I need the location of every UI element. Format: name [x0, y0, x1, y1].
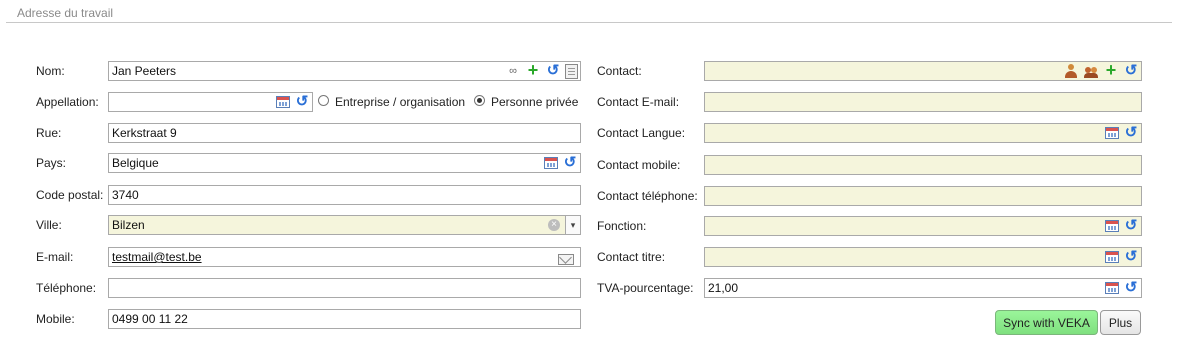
clear-icon[interactable]: × [548, 219, 560, 231]
contact-mobile-label: Contact mobile: [597, 158, 681, 172]
refresh-icon[interactable]: ↺ [545, 63, 561, 79]
refresh-icon[interactable]: ↺ [1123, 63, 1139, 79]
calendar-list-icon[interactable] [544, 157, 558, 169]
row-tva: TVA-pourcentage: 21,00 ↺ [590, 278, 1150, 298]
calendar-list-icon[interactable] [1105, 251, 1119, 263]
section-divider [6, 22, 1172, 23]
row-telephone: Téléphone: [0, 278, 590, 298]
nom-label: Nom: [36, 64, 65, 78]
refresh-icon[interactable]: ↺ [294, 94, 310, 110]
contact-titre-field[interactable]: ↺ [704, 247, 1142, 267]
ville-value: Bilzen [112, 218, 145, 232]
row-contact-titre: Contact titre: ↺ [590, 247, 1150, 267]
document-icon[interactable] [565, 63, 578, 79]
row-ville: Ville: Bilzen × ▾ [0, 215, 590, 235]
radio-personne-privee[interactable] [474, 95, 485, 106]
email-icons [558, 251, 574, 267]
row-mobile: Mobile: 0499 00 11 22 [0, 309, 590, 329]
contact-telephone-label: Contact téléphone: [597, 189, 698, 203]
pays-label: Pays: [36, 156, 67, 170]
calendar-list-icon[interactable] [1105, 220, 1119, 232]
contact-email-label: Contact E-mail: [597, 95, 680, 109]
code-postal-value: 3740 [112, 188, 139, 202]
fonction-field[interactable]: ↺ [704, 216, 1142, 236]
row-nom: Nom: Jan Peeters ∞ + ↺ [0, 61, 590, 81]
calendar-list-icon[interactable] [1105, 282, 1119, 294]
refresh-icon[interactable]: ↺ [1123, 280, 1139, 296]
email-label: E-mail: [36, 250, 74, 264]
contact-langue-icons: ↺ [1105, 125, 1139, 141]
contact-langue-field[interactable]: ↺ [704, 123, 1142, 143]
add-icon[interactable]: + [1103, 61, 1119, 79]
code-postal-field[interactable]: 3740 [108, 185, 581, 205]
contact-langue-label: Contact Langue: [597, 126, 686, 140]
pays-field[interactable]: Belgique ↺ [108, 153, 581, 173]
contact-mobile-field[interactable] [704, 155, 1142, 175]
nom-field[interactable]: Jan Peeters ∞ + ↺ [108, 61, 581, 81]
refresh-icon[interactable]: ↺ [1123, 249, 1139, 265]
chevron-down-icon[interactable]: ▾ [565, 216, 580, 234]
row-appellation: Appellation: ↺ Entreprise / organisation… [0, 92, 590, 112]
radio-entreprise[interactable] [318, 95, 329, 106]
tva-value: 21,00 [708, 281, 739, 295]
contact-telephone-field[interactable] [704, 186, 1142, 206]
contact-email-field[interactable] [704, 92, 1142, 112]
calendar-list-icon[interactable] [1105, 127, 1119, 139]
row-contact-email: Contact E-mail: [590, 92, 1150, 112]
section-title: Adresse du travail [17, 6, 114, 20]
refresh-icon[interactable]: ↺ [562, 155, 578, 171]
plus-button[interactable]: Plus [1100, 310, 1141, 335]
email-field[interactable]: testmail@test.be [108, 247, 581, 267]
add-icon[interactable]: + [525, 61, 541, 79]
code-postal-label: Code postal: [36, 188, 104, 202]
appellation-icons: ↺ [276, 94, 310, 110]
contact-titre-icons: ↺ [1105, 249, 1139, 265]
rue-field[interactable]: Kerkstraat 9 [108, 123, 581, 143]
pays-icons: ↺ [544, 155, 578, 171]
radio-entreprise-label: Entreprise / organisation [335, 95, 466, 109]
mobile-field[interactable]: 0499 00 11 22 [108, 309, 581, 329]
refresh-icon[interactable]: ↺ [1123, 125, 1139, 141]
calendar-list-icon[interactable] [276, 96, 290, 108]
fonction-icons: ↺ [1105, 218, 1139, 234]
row-rue: Rue: Kerkstraat 9 [0, 123, 590, 143]
telephone-label: Téléphone: [36, 281, 97, 295]
tva-label: TVA-pourcentage: [597, 281, 694, 295]
email-value[interactable]: testmail@test.be [112, 250, 202, 264]
row-contact-langue: Contact Langue: ↺ [590, 123, 1150, 143]
envelope-icon[interactable] [558, 253, 574, 265]
row-fonction: Fonction: ↺ [590, 216, 1150, 236]
appellation-field[interactable]: ↺ [108, 92, 313, 112]
refresh-icon[interactable]: ↺ [1123, 218, 1139, 234]
ville-label: Ville: [36, 218, 62, 232]
group-icon[interactable] [1083, 63, 1099, 79]
telephone-field[interactable] [108, 278, 581, 298]
pays-value: Belgique [112, 156, 159, 170]
person-icon[interactable] [1063, 63, 1079, 79]
nom-value: Jan Peeters [112, 64, 177, 78]
row-code-postal: Code postal: 3740 [0, 185, 590, 205]
row-contact-telephone: Contact téléphone: [590, 186, 1150, 206]
contact-field[interactable]: + ↺ [704, 61, 1142, 81]
mobile-value: 0499 00 11 22 [112, 312, 188, 326]
row-email: E-mail: testmail@test.be [0, 247, 590, 267]
row-pays: Pays: Belgique ↺ [0, 153, 590, 173]
ville-combobox[interactable]: Bilzen × ▾ [108, 215, 581, 235]
tva-field[interactable]: 21,00 ↺ [704, 278, 1142, 298]
contact-titre-label: Contact titre: [597, 250, 666, 264]
radio-personne-privee-label: Personne privée [491, 95, 579, 109]
appellation-label: Appellation: [36, 95, 99, 109]
contact-icons: + ↺ [1063, 61, 1139, 79]
mobile-label: Mobile: [36, 312, 75, 326]
rue-value: Kerkstraat 9 [112, 126, 177, 140]
sync-with-veka-button[interactable]: Sync with VEKA [995, 310, 1098, 335]
fonction-label: Fonction: [597, 219, 647, 233]
rue-label: Rue: [36, 126, 62, 140]
row-contact: Contact: + ↺ [590, 61, 1150, 81]
row-contact-mobile: Contact mobile: [590, 155, 1150, 175]
nom-icons: ∞ + ↺ [505, 61, 578, 79]
binoculars-icon[interactable]: ∞ [505, 63, 521, 79]
contact-label: Contact: [597, 64, 642, 78]
tva-icons: ↺ [1105, 280, 1139, 296]
